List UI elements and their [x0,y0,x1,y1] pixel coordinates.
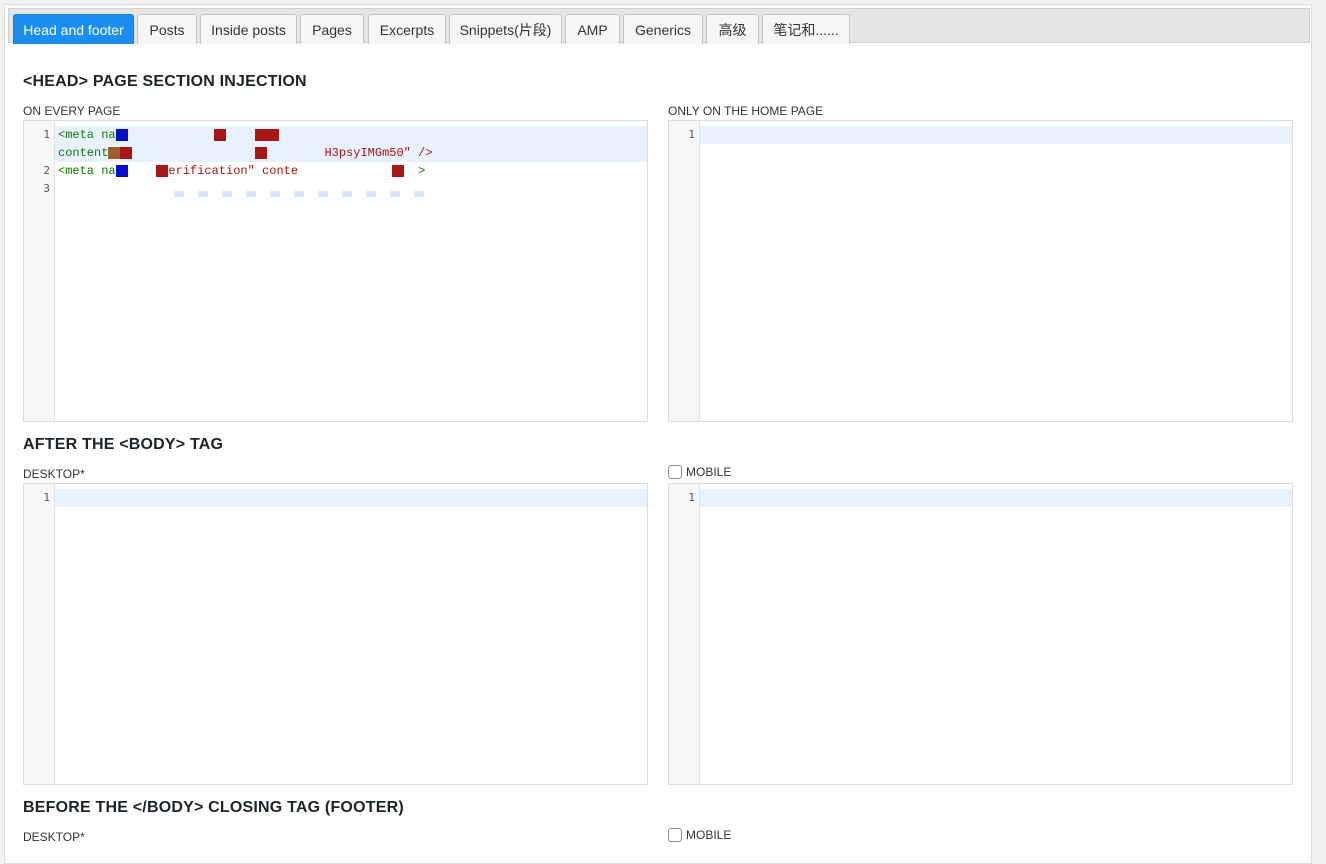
redaction-mark [214,128,227,141]
tab-excerpts[interactable]: Excerpts [368,14,446,44]
redaction-mark [156,164,169,177]
tab-amp[interactable]: AMP [565,14,620,44]
redaction-mark [391,164,404,177]
settings-panel: Head and footer Posts Inside posts Pages… [4,4,1312,864]
code-line-1-wrap: content H3psyIMGm50" /> [58,144,432,162]
redaction-mark [108,146,121,159]
mobile-label: MOBILE [686,465,732,479]
redaction-mark [120,146,133,159]
active-line-highlight [55,489,647,507]
line-gutter: 1 [669,484,700,784]
redaction-mark [254,146,267,159]
line-number: 1 [688,128,695,141]
tab-bar: Head and footer Posts Inside posts Pages… [8,8,1310,44]
redaction-mark [115,164,128,177]
every-page-code-editor[interactable]: 1 2 3 <meta na content H3psyIMGm50" /> <… [23,120,648,422]
footer-mobile-checkbox-row[interactable]: MOBILE [668,828,731,842]
line-gutter: 1 [24,484,55,784]
line-number: 1 [43,128,50,141]
tab-posts[interactable]: Posts [137,14,197,44]
body-mobile-code-editor[interactable]: 1 [668,483,1293,785]
code-token: <meta na [58,128,116,142]
code-token: content [58,146,109,160]
desktop-label: DESKTOP* [23,467,85,481]
code-line-2: <meta na erification" conte > [58,162,425,180]
redaction-mark [115,128,128,141]
body-desktop-code-editor[interactable]: 1 [23,483,648,785]
home-page-code-editor[interactable]: 1 [668,120,1293,422]
code-line-1: <meta na [58,126,279,144]
footer-section-title: BEFORE THE </BODY> CLOSING TAG (FOOTER) [23,799,404,816]
mobile-checkbox[interactable] [668,465,682,479]
tab-generics[interactable]: Generics [623,14,703,44]
tab-pages[interactable]: Pages [300,14,364,44]
redaction-mark [254,128,279,141]
line-gutter: 1 [669,121,700,421]
line-number: 1 [43,491,50,504]
tab-notes[interactable]: 笔记和...... [762,14,850,44]
line-gutter: 1 2 3 [24,121,55,421]
body-section-title: AFTER THE <BODY> TAG [23,436,224,453]
home-page-label: ONLY ON THE HOME PAGE [668,104,824,118]
tab-advanced[interactable]: 高级 [706,14,759,44]
active-line-highlight [700,489,1292,507]
tab-inside-posts[interactable]: Inside posts [200,14,297,44]
code-token: H3psyIMGm50" /> [324,146,433,160]
footer-desktop-label: DESKTOP* [23,830,85,844]
every-page-label: ON EVERY PAGE [23,104,121,118]
active-line-highlight [700,126,1292,144]
blurred-text [174,191,434,197]
line-number: 2 [43,164,50,177]
tab-head-and-footer[interactable]: Head and footer [13,14,134,44]
mobile-checkbox-row[interactable]: MOBILE [668,465,731,479]
line-number: 1 [688,491,695,504]
footer-mobile-label: MOBILE [686,828,732,842]
code-token: erification" conte [168,164,299,178]
footer-mobile-checkbox[interactable] [668,828,682,842]
line-number: 3 [43,182,50,195]
tab-snippets[interactable]: Snippets(片段) [449,14,562,44]
code-token: <meta na [58,164,116,178]
head-section-title: <HEAD> PAGE SECTION INJECTION [23,73,307,90]
code-token: > [418,164,426,178]
